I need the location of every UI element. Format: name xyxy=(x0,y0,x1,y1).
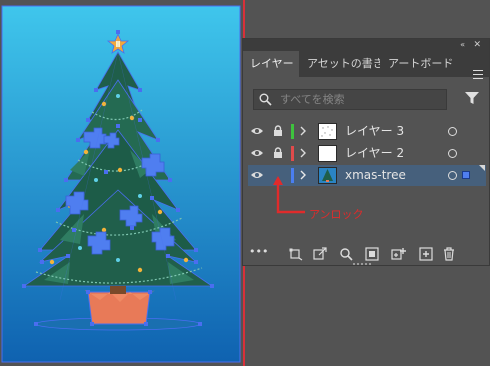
chevron-right-icon[interactable] xyxy=(300,126,306,136)
search-input[interactable] xyxy=(280,90,440,109)
collect-export-icon[interactable] xyxy=(289,247,303,261)
layer-name[interactable]: レイヤー 2 xyxy=(345,143,404,164)
layer-thumbnail xyxy=(318,167,337,184)
search-icon xyxy=(259,93,272,106)
layer-target-circle[interactable] xyxy=(448,171,457,180)
collapse-panel-icon[interactable]: « xyxy=(460,39,465,51)
new-layer-icon[interactable] xyxy=(419,247,433,261)
visibility-eye-icon[interactable] xyxy=(250,170,264,180)
filter-icon[interactable] xyxy=(465,92,479,105)
lock-icon[interactable] xyxy=(273,125,283,137)
panel-tab-bar: レイヤー アセットの書き出 アートボード xyxy=(243,51,489,79)
locate-object-icon[interactable] xyxy=(339,247,353,261)
annotation-arrow-icon xyxy=(273,176,305,214)
layer-target-circle[interactable] xyxy=(448,149,457,158)
lock-icon[interactable] xyxy=(273,147,283,159)
panel-resize-grip[interactable] xyxy=(353,263,373,266)
visibility-eye-icon[interactable] xyxy=(250,126,264,136)
visibility-eye-icon[interactable] xyxy=(250,148,264,158)
panel-bottom-toolbar: ••• xyxy=(243,243,489,265)
delete-icon[interactable] xyxy=(443,247,455,261)
layers-panel: « ✕ レイヤー アセットの書き出 アートボード xyxy=(242,38,490,266)
selected-art-corner-marker xyxy=(479,165,485,171)
layer-row-2[interactable]: レイヤー 2 xyxy=(248,143,486,164)
search-field xyxy=(253,89,447,110)
tab-artboards[interactable]: アートボード xyxy=(381,51,461,77)
layer-target-circle[interactable] xyxy=(448,127,457,136)
artboard-canvas[interactable] xyxy=(0,0,243,366)
panel-title-strip[interactable]: « ✕ xyxy=(243,39,489,51)
layer-thumbnail xyxy=(318,123,337,140)
panel-menu-icon[interactable] xyxy=(473,70,483,82)
layer-color-indicator xyxy=(291,124,294,139)
layer-name[interactable]: レイヤー 3 xyxy=(345,121,404,142)
close-panel-icon[interactable]: ✕ xyxy=(473,39,481,51)
chevron-right-icon[interactable] xyxy=(300,148,306,158)
layer-row-3[interactable]: レイヤー 3 xyxy=(248,121,486,142)
layer-name[interactable]: xmas-tree xyxy=(345,165,406,186)
new-sublayer-icon[interactable] xyxy=(391,247,407,261)
more-options-icon[interactable]: ••• xyxy=(249,245,268,258)
tab-asset-export[interactable]: アセットの書き出 xyxy=(300,51,380,77)
layer-thumbnail xyxy=(318,145,337,162)
clipping-mask-icon[interactable] xyxy=(365,247,379,261)
tab-layers[interactable]: レイヤー xyxy=(243,51,299,77)
layer-color-indicator xyxy=(291,146,294,161)
annotation-label: アンロック xyxy=(309,208,364,221)
export-icon[interactable] xyxy=(313,247,327,261)
selection-indicator-square[interactable] xyxy=(462,171,470,179)
